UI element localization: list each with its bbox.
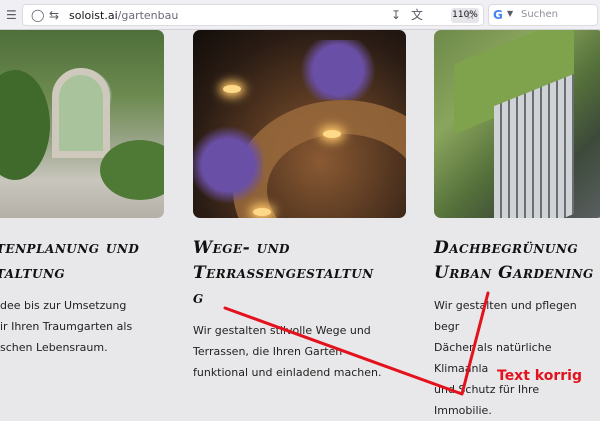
annotation-arrow	[223, 291, 490, 396]
annotation-label: Text korrig	[497, 368, 582, 384]
annotation-stroke	[223, 291, 490, 396]
